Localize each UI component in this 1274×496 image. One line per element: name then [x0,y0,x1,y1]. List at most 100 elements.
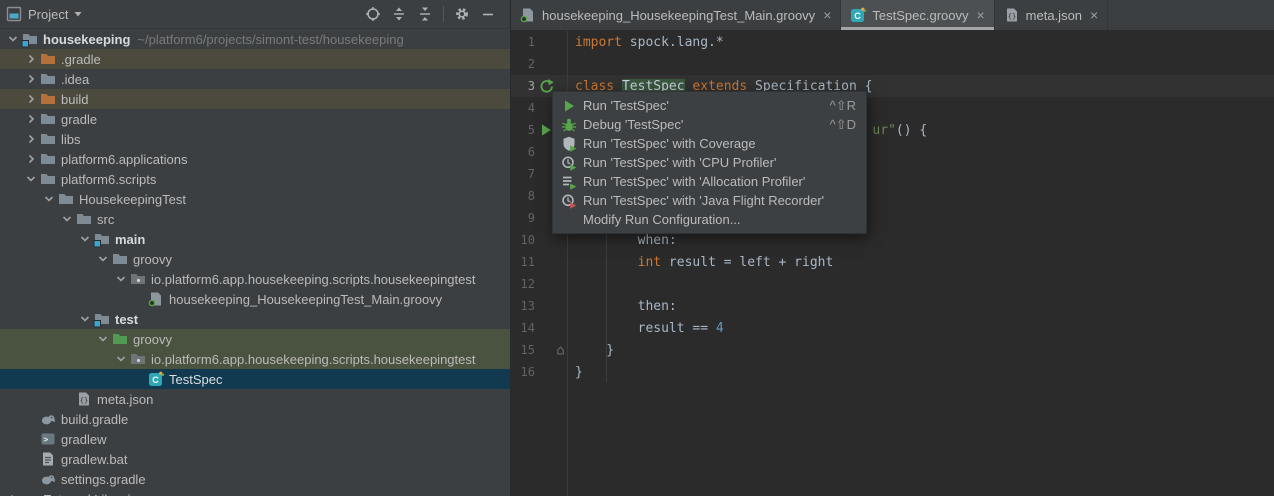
line-number: 14 [511,321,535,335]
tree-item-housekeeping-housekeepingtest-main-groovy[interactable]: housekeeping_HousekeepingTest_Main.groov… [0,289,510,309]
tree-item-idea[interactable]: .idea [0,69,510,89]
gradle-file-icon [40,471,56,487]
chevron-right-icon[interactable] [22,91,40,107]
menu-item-run-testspec-with-java-flight-recorder[interactable]: Run 'TestSpec' with 'Java Flight Recorde… [553,191,866,210]
groovy-class-icon: C [850,7,866,23]
tree-item-label: test [115,312,138,327]
chevron-down-icon[interactable] [94,251,112,267]
hide-icon[interactable] [480,6,496,22]
chevron-down-icon[interactable] [4,31,22,47]
tree-item-housekeepingtest[interactable]: HousekeepingTest [0,189,510,209]
chevron-right-icon[interactable] [22,151,40,167]
svg-text:>: > [44,435,49,444]
line-number: 1 [511,35,535,49]
tree-item-io-platform6-app-housekeeping-scripts-hous[interactable]: io.platform6.app.housekeeping.scripts.ho… [0,269,510,289]
editor-area: housekeeping_HousekeepingTest_Main.groov… [511,0,1274,496]
expand-all-icon[interactable] [391,6,407,22]
menu-item-shortcut: ^⇧R [830,98,856,114]
menu-item-run-testspec[interactable]: Run 'TestSpec'^⇧R [553,96,866,115]
allocation-profiler-icon [561,174,577,190]
menu-item-label: Modify Run Configuration... [583,212,844,227]
tree-item-build-gradle[interactable]: build.gradle [0,409,510,429]
code-line-14: 14 result == 4 [511,317,1274,339]
line-number: 9 [511,211,535,225]
tree-item-settings-gradle[interactable]: settings.gradle [0,469,510,489]
tab-testspec-groovy[interactable]: CTestSpec.groovy× [841,0,994,30]
bat-file-icon [40,451,56,467]
tree-item-build[interactable]: build [0,89,510,109]
tree-item-label: platform6.applications [61,152,187,167]
tree-item-label: platform6.scripts [61,172,156,187]
chevron-right-icon[interactable] [4,491,22,496]
tree-item-housekeeping[interactable]: housekeeping~/platform6/projects/simont-… [0,29,510,49]
tree-item-src[interactable]: src [0,209,510,229]
menu-item-run-testspec-with-cpu-profiler[interactable]: Run 'TestSpec' with 'CPU Profiler' [553,153,866,172]
chevron-right-icon[interactable] [22,71,40,87]
project-tool-window: Project housekeeping~/platform6/projects… [0,0,511,496]
tree-item-libs[interactable]: libs [0,129,510,149]
tree-item-test[interactable]: test [0,309,510,329]
dropdown-caret-icon[interactable] [72,6,84,22]
menu-item-modify-run-configuration[interactable]: Modify Run Configuration... [553,210,866,229]
line-number: 8 [511,189,535,203]
close-icon[interactable]: × [823,7,831,23]
collapse-all-icon[interactable] [417,6,433,22]
tree-item-gradlew[interactable]: >gradlew [0,429,510,449]
menu-item-shortcut: ^⇧D [830,117,856,133]
folder-icon [40,71,56,87]
chevron-down-icon[interactable] [112,271,130,287]
chevron-right-icon[interactable] [22,111,40,127]
tab-meta-json[interactable]: {}meta.json× [995,0,1109,30]
code-line-15: 15 } [511,339,1274,361]
tree-item-gradle[interactable]: gradle [0,109,510,129]
chevron-down-icon[interactable] [22,171,40,187]
tree-item-label: .idea [61,72,89,87]
menu-item-run-testspec-with-coverage[interactable]: Run 'TestSpec' with Coverage [553,134,866,153]
chevron-down-icon[interactable] [94,331,112,347]
tree-item-label: .gradle [61,52,101,67]
tree-item-external-libraries[interactable]: External Libraries [0,489,510,496]
editor-code-area[interactable]: 1import spock.lang.*23class TestSpec ext… [511,31,1274,496]
project-panel-title[interactable]: Project [28,7,68,22]
chevron-down-icon[interactable] [40,191,58,207]
settings-icon[interactable] [454,6,470,22]
menu-item-debug-testspec[interactable]: Debug 'TestSpec'^⇧D [553,115,866,134]
tree-item-groovy[interactable]: groovy [0,249,510,269]
tree-item-groovy[interactable]: groovy [0,329,510,349]
tree-item-label: io.platform6.app.housekeeping.scripts.ho… [151,272,476,287]
chevron-down-icon[interactable] [76,311,94,327]
tree-item-platform6-applications[interactable]: platform6.applications [0,149,510,169]
editor-gutter: 16 [511,361,567,383]
chevron-down-icon[interactable] [58,211,76,227]
tab-label: meta.json [1026,8,1082,23]
tree-item-label: TestSpec [169,372,222,387]
chevron-down-icon[interactable] [112,351,130,367]
folder-excluded-icon [40,91,56,107]
tree-item-testspec[interactable]: C TestSpec [0,369,510,389]
close-icon[interactable]: × [1090,7,1098,23]
code-line-16: 16} [511,361,1274,383]
tree-item-label: libs [61,132,81,147]
chevron-right-icon[interactable] [22,51,40,67]
tree-item-gradlew-bat[interactable]: gradlew.bat [0,449,510,469]
tree-item-gradle[interactable]: .gradle [0,49,510,69]
folder-icon [112,251,128,267]
code-line-1: 1import spock.lang.* [511,31,1274,53]
locate-icon[interactable] [365,6,381,22]
editor-gutter: 11 [511,251,567,273]
groovy-class-icon: C [148,371,164,387]
tree-item-main[interactable]: main [0,229,510,249]
close-icon[interactable]: × [976,7,984,23]
groovy-file-icon [520,7,536,23]
fold-end-icon[interactable] [555,345,566,356]
line-number: 6 [511,145,535,159]
tree-item-platform6-scripts[interactable]: platform6.scripts [0,169,510,189]
menu-item-run-testspec-with-allocation-profiler[interactable]: Run 'TestSpec' with 'Allocation Profiler… [553,172,866,191]
tree-item-meta-json[interactable]: {}meta.json [0,389,510,409]
chevron-right-icon[interactable] [22,131,40,147]
tree-item-label: build [61,92,88,107]
tree-item-io-platform6-app-housekeeping-scripts-hous[interactable]: io.platform6.app.housekeeping.scripts.ho… [0,349,510,369]
chevron-down-icon[interactable] [76,231,94,247]
code-line-2: 2 [511,53,1274,75]
tab-housekeeping-housekeepingtest-main-groovy[interactable]: housekeeping_HousekeepingTest_Main.groov… [511,0,841,30]
